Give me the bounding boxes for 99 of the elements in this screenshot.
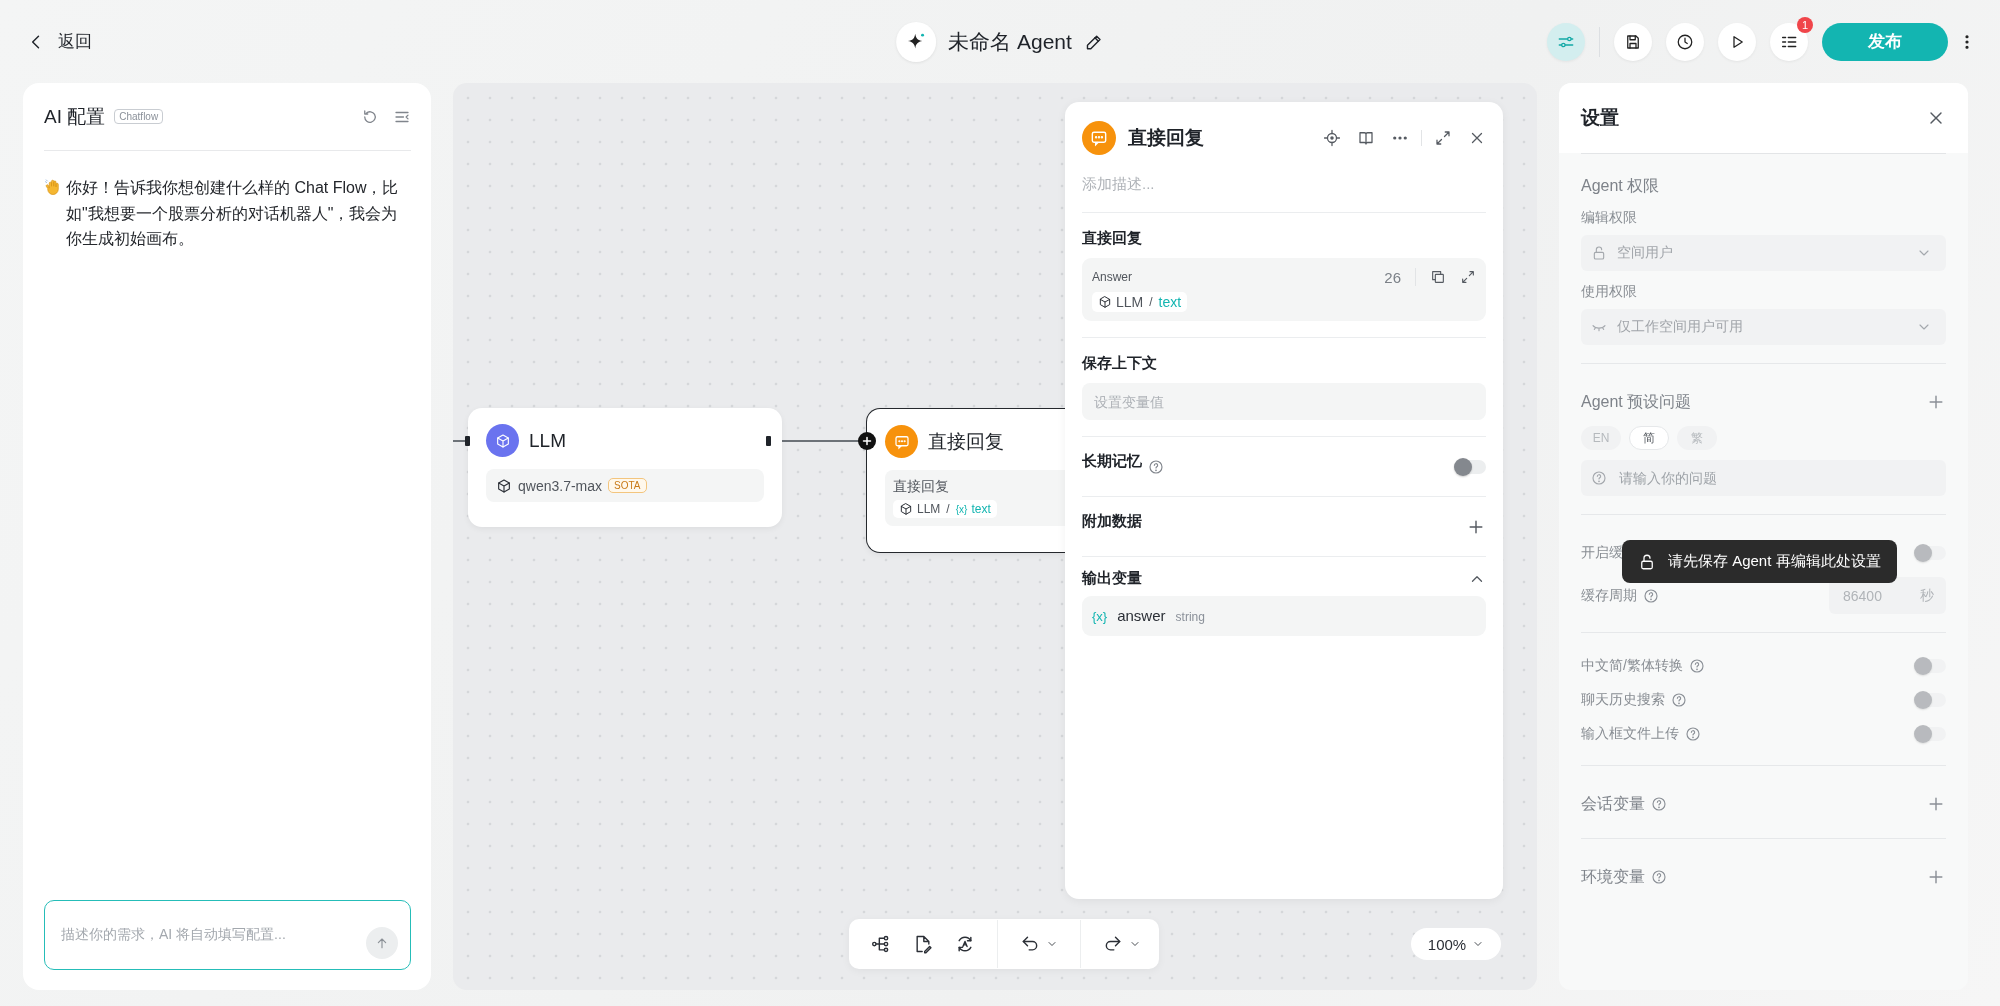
- variable-name: text: [1158, 294, 1182, 310]
- character-count: 26: [1384, 268, 1401, 286]
- sliders-button[interactable]: [1547, 22, 1585, 61]
- section-heading: 输出变量: [1082, 569, 1142, 588]
- flow-type-badge: Chatflow: [114, 109, 164, 124]
- setting-label: 输入框文件上传: [1581, 725, 1679, 743]
- workflow-node[interactable]: LLM qwen3.7-max SOTA: [468, 408, 782, 527]
- workflow-node[interactable]: 直接回复 直接回复 LLM / {x} text: [866, 408, 1065, 553]
- help-icon: [1688, 658, 1705, 674]
- question-field[interactable]: 请输入你的问题: [1617, 469, 1932, 487]
- auto-layout-icon[interactable]: [955, 934, 975, 954]
- waving-hand-icon: [44, 178, 62, 196]
- node-reference: LLM: [917, 502, 941, 516]
- section-heading: 会话变量: [1581, 793, 1645, 814]
- lock-icon: [1591, 245, 1607, 261]
- assistant-message: 你好！告诉我你想创建什么样的 Chat Flow，比如"我想要一个股票分析的对话机器人"，我会为你生成初始画布。: [66, 178, 400, 249]
- section-heading: Agent 权限: [1581, 176, 1661, 196]
- variable-icon: {x}: [1092, 609, 1108, 624]
- cube-icon: [486, 424, 519, 457]
- help-icon: [1685, 726, 1701, 742]
- expand-icon[interactable]: [1434, 129, 1452, 147]
- section-heading: 直接回复: [1082, 229, 1143, 248]
- section-heading: Agent 预设问题: [1581, 391, 1692, 412]
- agent-title: 未命名 Agent: [948, 29, 1072, 55]
- panel-title: AI 配置: [44, 104, 106, 129]
- section-heading: 保存上下文: [1082, 354, 1158, 373]
- connector-line: [453, 440, 468, 442]
- help-icon: [1651, 869, 1667, 885]
- answer-field[interactable]: Answer 26 LLM / text: [1082, 258, 1486, 321]
- node-title: LLM: [529, 429, 566, 452]
- play-button[interactable]: [1718, 22, 1756, 61]
- toggle-switch[interactable]: [1916, 727, 1946, 741]
- model-tag: SOTA: [608, 478, 647, 493]
- locate-icon[interactable]: [1323, 129, 1341, 147]
- notification-badge: 1: [1797, 16, 1813, 33]
- panel-title: 直接回复: [1128, 126, 1204, 150]
- book-icon[interactable]: [1357, 129, 1375, 147]
- cube-icon: [496, 477, 512, 494]
- back-button[interactable]: 返回: [22, 26, 96, 57]
- help-icon: [1651, 796, 1667, 812]
- model-name: qwen3.7-max: [518, 477, 603, 494]
- field-label: Answer: [1092, 270, 1132, 284]
- clock-icon: [1676, 32, 1694, 51]
- setting-label: 中文简/繁体转换: [1581, 657, 1683, 675]
- help-icon: [1591, 470, 1607, 486]
- node-handle[interactable]: [465, 436, 470, 446]
- section-heading: 环境变量: [1581, 866, 1645, 887]
- toggle-switch[interactable]: [1916, 659, 1946, 673]
- sparkle-icon: [896, 22, 937, 62]
- file-edit-icon[interactable]: [913, 934, 933, 954]
- language-tab[interactable]: 简: [1629, 426, 1669, 450]
- cube-icon: [899, 502, 913, 516]
- cube-icon: [1098, 295, 1112, 309]
- copy-icon[interactable]: [1430, 269, 1446, 285]
- section-heading: 附加数据: [1082, 512, 1142, 531]
- setting-label: 开启缓: [1581, 544, 1623, 562]
- help-icon: [1148, 458, 1164, 475]
- prompt-field[interactable]: 描述你的需求，AI 将自动填写配置...: [59, 924, 366, 946]
- panel-title: 设置: [1581, 106, 1619, 130]
- path-separator: /: [946, 502, 950, 516]
- field-label: 使用权限: [1581, 283, 1638, 301]
- list-button[interactable]: [1770, 22, 1808, 61]
- zoom-dropdown[interactable]: 100%: [1411, 928, 1501, 960]
- toggle-switch[interactable]: [1456, 459, 1486, 474]
- node-handle[interactable]: [766, 436, 771, 446]
- toggle-switch[interactable]: [1916, 693, 1946, 707]
- path-separator: /: [1149, 295, 1153, 309]
- question-box[interactable]: 请输入你的问题: [1581, 460, 1946, 496]
- refresh-icon[interactable]: [361, 107, 379, 126]
- tooltip: 请先保存 Agent 再编辑此处设置: [1622, 540, 1897, 583]
- add-node-handle[interactable]: [858, 432, 876, 450]
- node-reference: LLM: [1116, 294, 1144, 310]
- section-heading: 长期记忆: [1082, 452, 1142, 471]
- undo-button[interactable]: [1020, 934, 1058, 954]
- redo-button[interactable]: [1103, 934, 1141, 954]
- tree-icon[interactable]: [871, 934, 891, 954]
- clock-button[interactable]: [1666, 22, 1704, 61]
- undo-icon: [1020, 934, 1040, 954]
- variable-type: string: [1175, 610, 1205, 624]
- help-icon: [1643, 587, 1659, 604]
- variable-name: answer: [1117, 607, 1166, 624]
- chat-bubble-icon: [1082, 121, 1116, 155]
- node-label: 直接回复: [893, 478, 949, 496]
- expand-icon[interactable]: [1460, 269, 1476, 285]
- help-icon: [1671, 692, 1687, 708]
- chat-bubble-icon: [885, 425, 918, 458]
- prompt-box[interactable]: 描述你的需求，AI 将自动填写配置...: [44, 900, 411, 970]
- redo-icon: [1103, 934, 1123, 954]
- variable-value-field[interactable]: 设置变量值: [1082, 383, 1486, 420]
- setting-label: 缓存周期: [1581, 586, 1637, 605]
- variable-name: text: [971, 502, 991, 516]
- toggle-switch[interactable]: [1916, 546, 1946, 560]
- setting-label: 聊天历史搜索: [1581, 691, 1665, 709]
- node-title: 直接回复: [928, 429, 1004, 454]
- field-label: 编辑权限: [1581, 209, 1638, 227]
- save-icon: [1624, 32, 1642, 51]
- save-button[interactable]: [1614, 22, 1652, 61]
- lock-icon: [1638, 552, 1656, 571]
- variable-icon: {x}: [955, 503, 968, 515]
